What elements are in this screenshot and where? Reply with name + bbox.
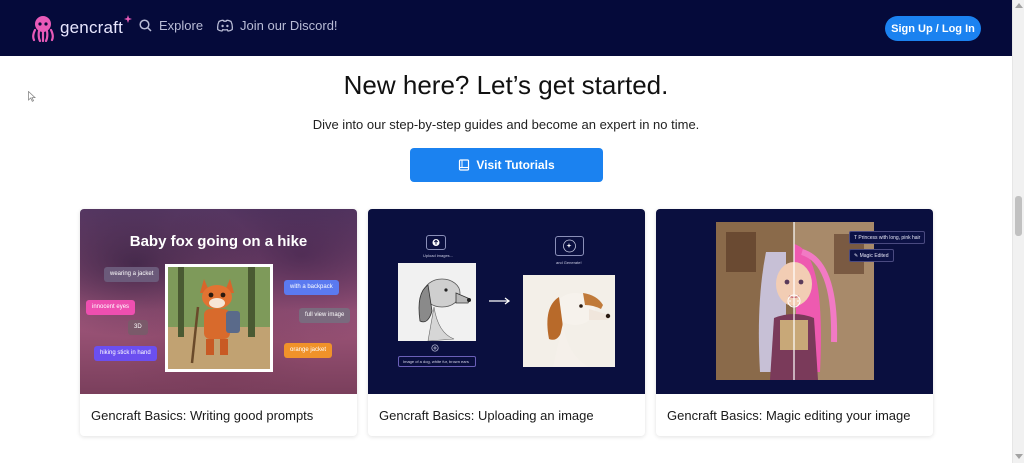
arrow-right-icon (489, 297, 511, 305)
dog-sketch-icon (398, 263, 476, 342)
upload-box (426, 235, 446, 250)
generate-box (555, 236, 584, 256)
gencraft-logo[interactable]: gencraft (30, 14, 133, 42)
text-prompt-icon: T (854, 235, 857, 241)
card-image-magic-edit: T Princess with long, pink hair ✎ Magic … (656, 209, 933, 394)
top-navbar: gencraft Explore Join our Discord! Sign … (0, 0, 1012, 56)
card-image-prompts: Baby fox going on a hike wearing a jacke… (80, 209, 357, 394)
page-subtitle: Dive into our step-by-step guides and be… (312, 117, 700, 132)
octopus-logo-icon (32, 16, 54, 42)
discord-icon (217, 19, 233, 32)
card-title[interactable]: Gencraft Basics: Writing good prompts (91, 408, 313, 423)
sparkle-icon (124, 15, 133, 23)
add-circle-icon (431, 344, 439, 352)
nav-explore-label: Explore (159, 18, 204, 33)
tutorial-card-upload[interactable]: Upload images... and Generate! Image of … (368, 209, 645, 436)
visit-tutorials-button[interactable]: Visit Tutorials (410, 148, 603, 182)
magic-wand-icon: ✎ (854, 253, 859, 259)
page-title: New here? Let’s get started. (343, 70, 669, 100)
upload-arrow-icon (432, 239, 440, 246)
book-icon (459, 159, 470, 171)
visit-tutorials-label: Visit Tutorials (476, 158, 555, 172)
upload-label: Upload images... (423, 253, 454, 258)
search-icon (139, 19, 152, 32)
prompt-tag-label: Princess with long, pink hair (858, 235, 921, 241)
logo-text: gencraft (60, 18, 124, 37)
card-image-heading: Baby fox going on a hike (129, 233, 308, 250)
card-image-upload: Upload images... and Generate! Image of … (368, 209, 645, 394)
prompt-tag: orange jacket (284, 343, 333, 358)
prompt-tag: full view image (299, 308, 351, 323)
signup-login-button[interactable]: Sign Up / Log In (885, 16, 981, 41)
fox-illustration (165, 264, 273, 372)
card-title[interactable]: Gencraft Basics: Magic editing your imag… (667, 408, 911, 423)
fox-icon (168, 267, 270, 369)
dog-photo-image (523, 275, 615, 367)
nav-discord[interactable]: Join our Discord! (217, 18, 338, 33)
prompt-tag: T Princess with long, pink hair (849, 231, 926, 244)
prompt-tag: 3D (128, 320, 148, 335)
prompt-tag: hiking stick in hand (94, 346, 157, 361)
scroll-up-icon[interactable] (1015, 3, 1023, 8)
tutorial-card-prompts[interactable]: Baby fox going on a hike wearing a jacke… (80, 209, 357, 436)
prompt-tag: innocent eyes (86, 300, 136, 315)
sparkle-generate-icon (563, 239, 576, 253)
magic-edited-tag: ✎ Magic Edited (849, 249, 894, 262)
generate-label: and Generate! (556, 260, 582, 265)
card-title[interactable]: Gencraft Basics: Uploading an image (379, 408, 594, 423)
nav-explore[interactable]: Explore (139, 18, 203, 33)
tutorial-card-magic-edit[interactable]: T Princess with long, pink hair ✎ Magic … (656, 209, 933, 436)
princess-comparison-image (716, 222, 874, 380)
nav-discord-label: Join our Discord! (240, 18, 338, 33)
dog-photo-icon (523, 275, 615, 367)
prompt-input-preview: Image of a dog, white fur, brown ears (398, 356, 476, 367)
page-scrollbar[interactable] (1012, 0, 1024, 463)
magic-edited-label: Magic Edited (859, 253, 889, 259)
prompt-tag: wearing a jacket (104, 267, 160, 282)
dog-sketch-image (398, 263, 476, 342)
scroll-down-icon[interactable] (1015, 454, 1023, 459)
scroll-thumb[interactable] (1015, 196, 1022, 236)
prompt-tag: with a backpack (284, 280, 339, 295)
princess-illustration-icon (716, 222, 874, 380)
